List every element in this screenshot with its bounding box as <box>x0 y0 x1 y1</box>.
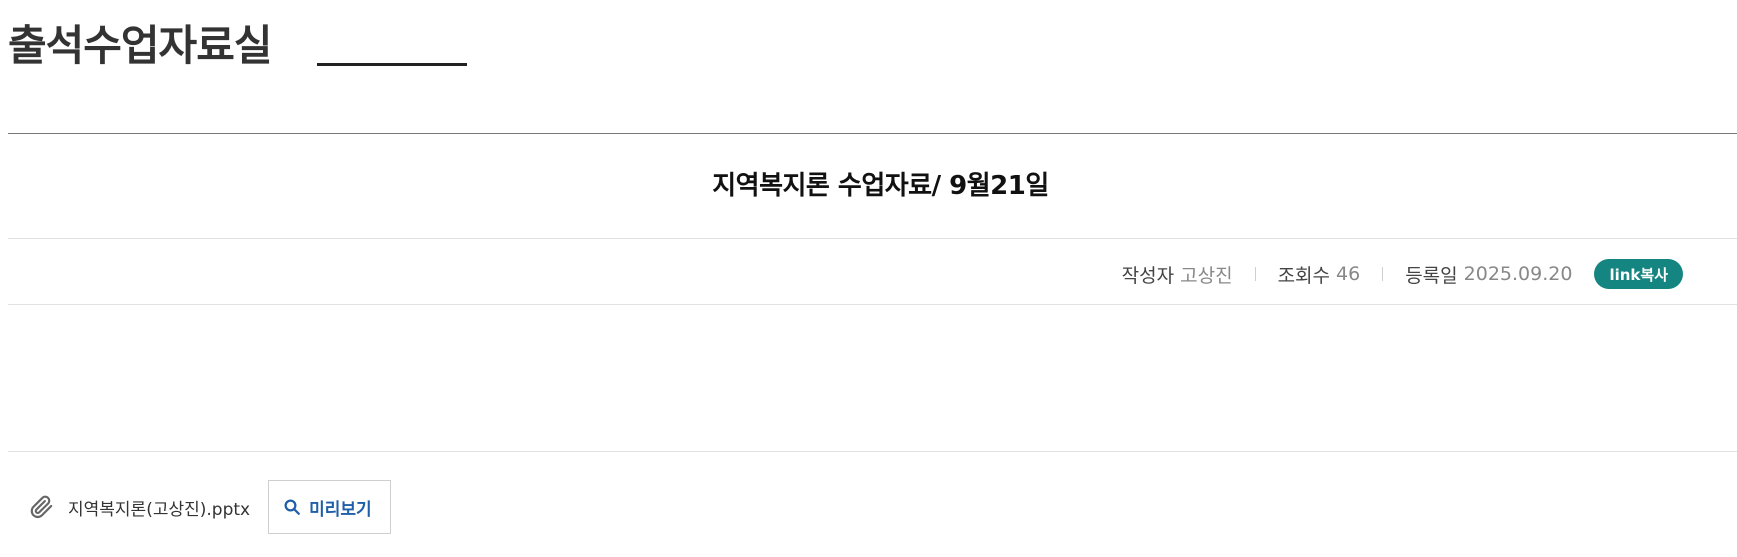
date-value: 2025.09.20 <box>1463 263 1573 285</box>
link-copy-button[interactable]: link복사 <box>1594 259 1683 289</box>
page-title: 출석수업자료실 <box>8 21 272 70</box>
meta-divider <box>8 304 1737 305</box>
author-value: 고상진 <box>1180 264 1233 287</box>
views-value: 46 <box>1336 263 1361 285</box>
author-label: 작성자 <box>1121 264 1175 287</box>
content-divider <box>8 451 1737 452</box>
attachment-row: 지역복지론(고상진).pptx 미리보기 <box>28 480 391 534</box>
title-divider <box>8 238 1737 239</box>
meta-author: 작성자 고상진 <box>1122 261 1233 288</box>
search-icon <box>283 498 301 516</box>
meta-separator <box>1382 267 1384 281</box>
page-header: 출석수업자료실 <box>8 18 468 74</box>
preview-button[interactable]: 미리보기 <box>268 480 391 534</box>
paperclip-icon <box>28 494 54 520</box>
meta-date: 등록일 2025.09.20 <box>1405 261 1572 288</box>
views-label: 조회수 <box>1277 264 1331 287</box>
title-underline <box>317 63 468 66</box>
date-label: 등록일 <box>1405 264 1458 287</box>
post-title: 지역복지론 수업자료/ 9월21일 <box>712 171 1049 201</box>
post-meta: 작성자 고상진 조회수 46 등록일 2025.09.20 link복사 <box>1122 258 1683 290</box>
attachment-file-link[interactable]: 지역복지론(고상진).pptx <box>68 495 250 520</box>
header-divider <box>8 133 1737 134</box>
meta-separator <box>1254 267 1256 281</box>
preview-label: 미리보기 <box>309 499 372 520</box>
meta-views: 조회수 46 <box>1278 261 1361 288</box>
